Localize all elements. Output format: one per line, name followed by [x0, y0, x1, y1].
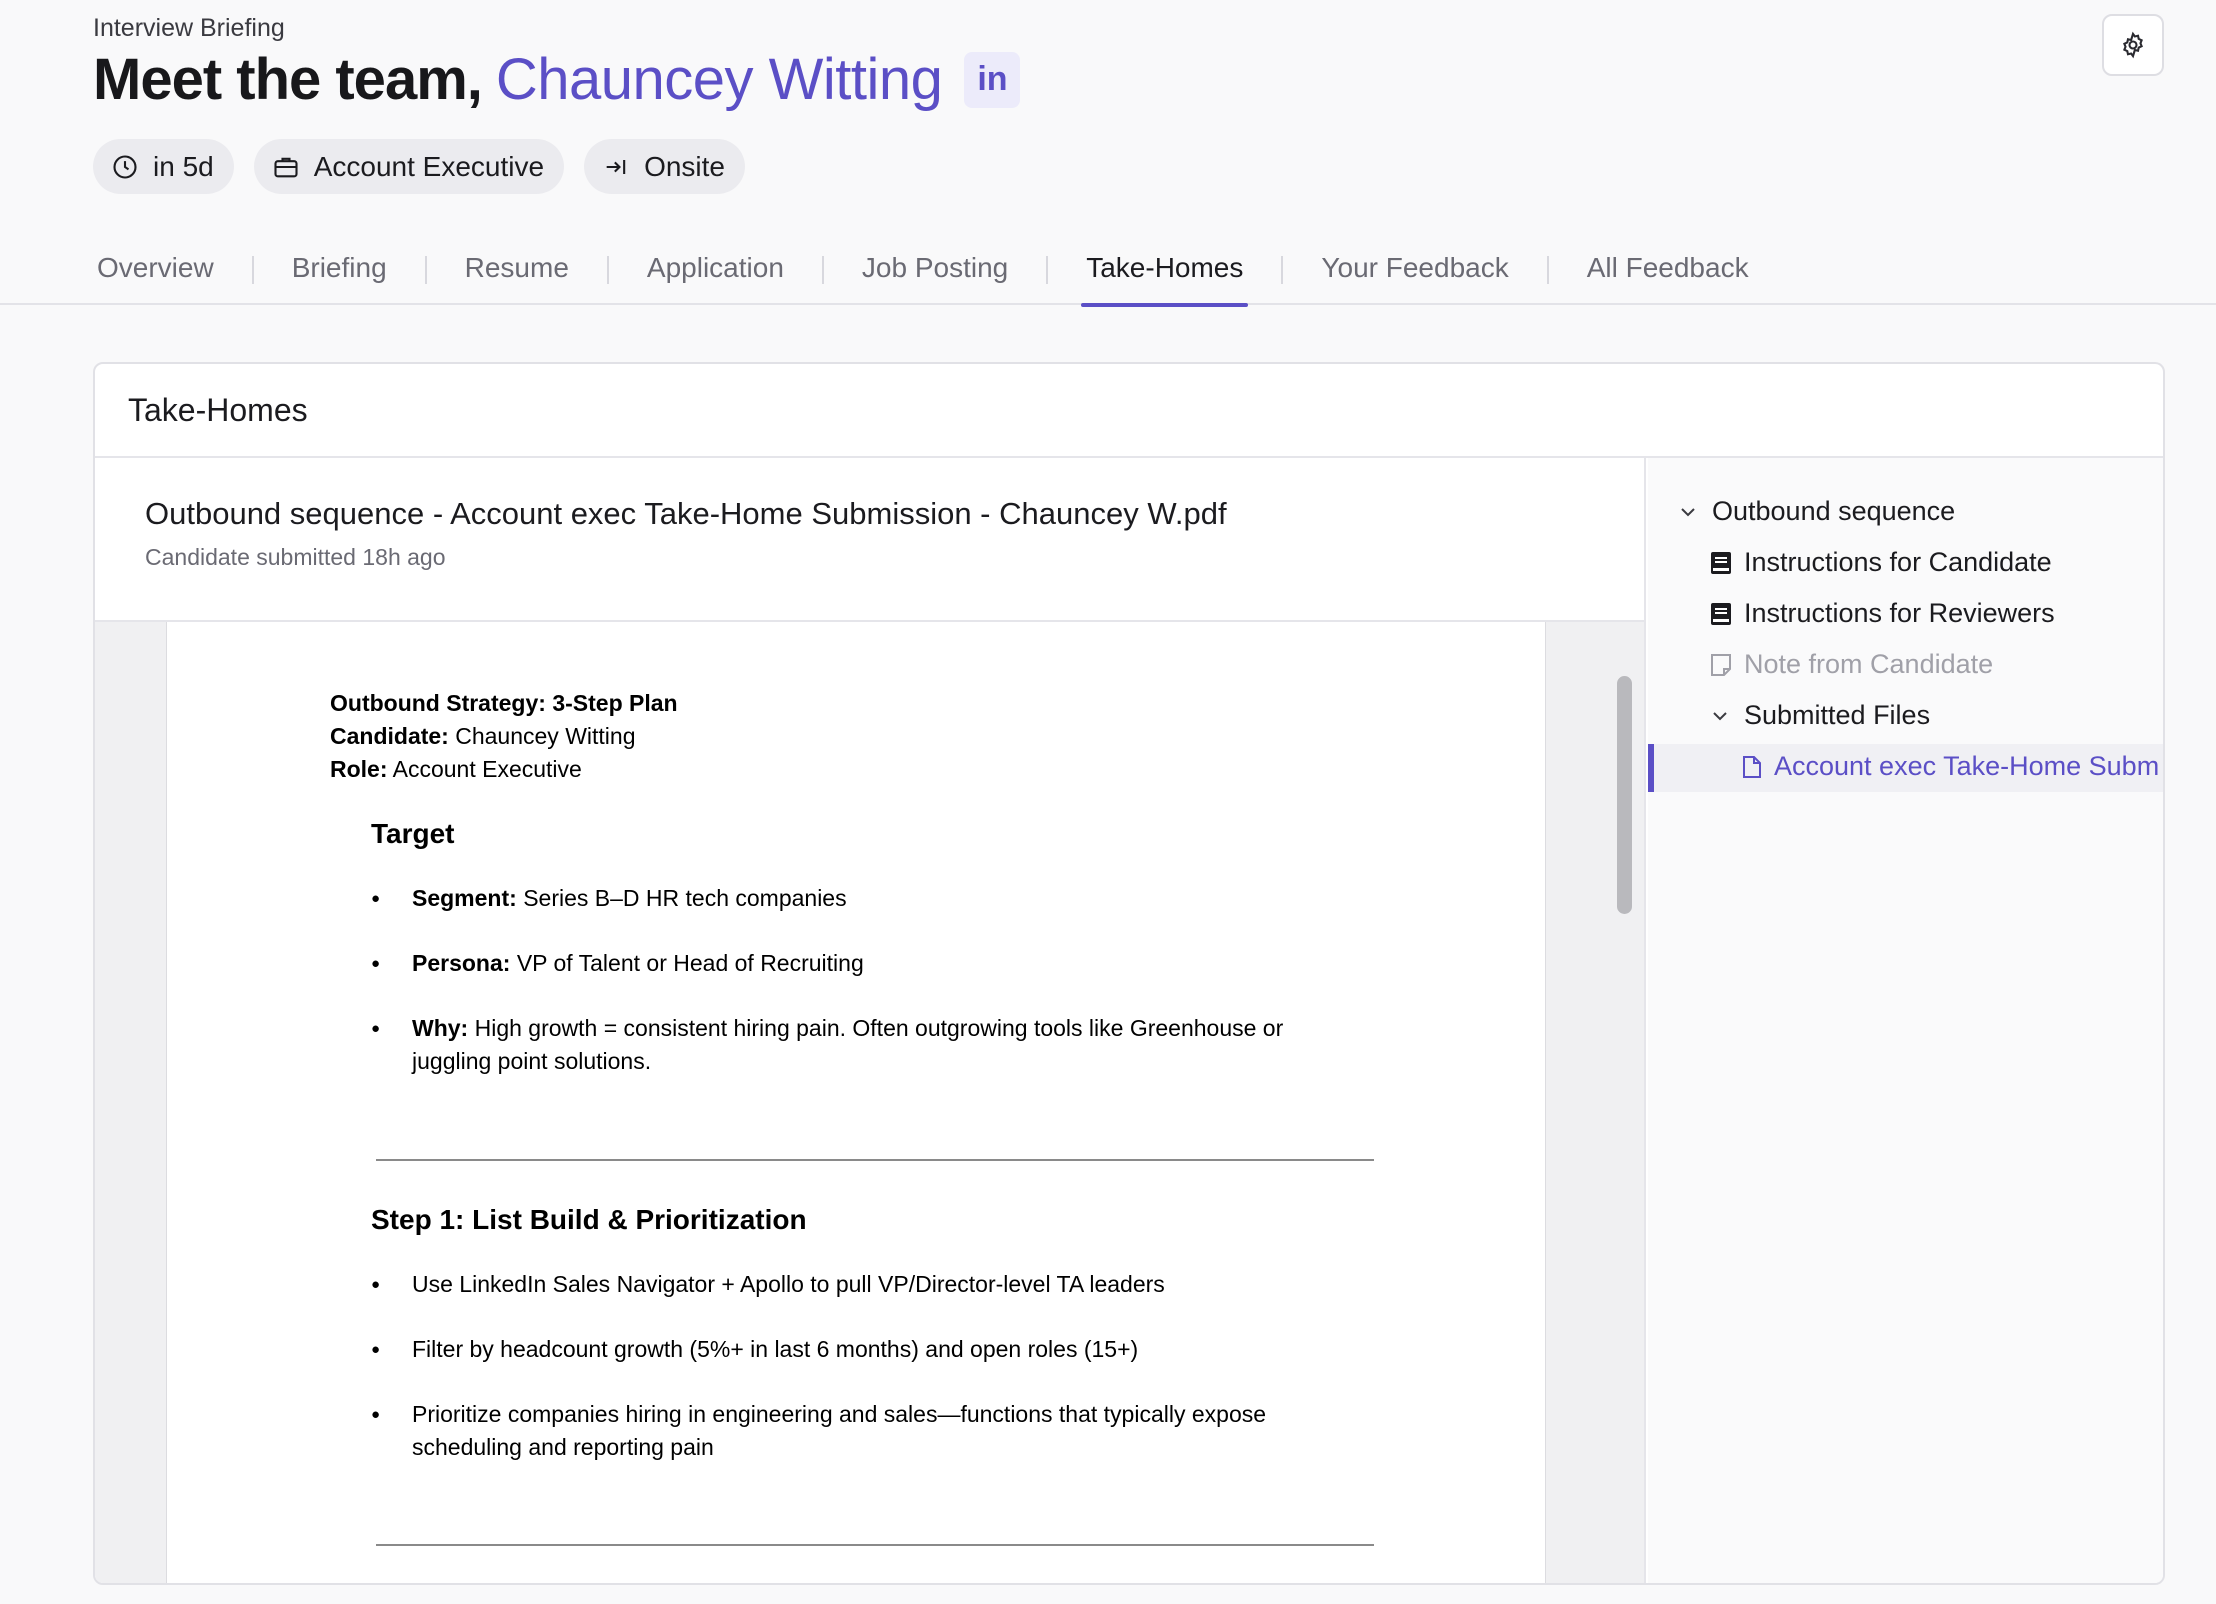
tree-item-submitted-file[interactable]: Account exec Take-Home Subm — [1742, 751, 2159, 782]
file-icon — [1743, 755, 1761, 778]
linkedin-icon[interactable]: in — [964, 51, 1021, 108]
title-prefix: Meet the team, — [93, 47, 483, 112]
tab-overview[interactable]: Overview — [93, 238, 218, 305]
doc-item-text: High growth = consistent hiring pain. Of… — [412, 1015, 1284, 1074]
tree-item-label: Instructions for Candidate — [1744, 547, 2052, 577]
tab-resume[interactable]: Resume — [461, 238, 573, 305]
tab-briefing[interactable]: Briefing — [288, 238, 391, 305]
tree-file-label: Account exec Take-Home Subm — [1774, 751, 2160, 781]
tab-divider — [251, 256, 254, 284]
take-homes-card: Take-Homes Outbound sequence - Account e… — [93, 362, 2165, 1585]
pill-role-label: Account Executive — [313, 150, 545, 182]
clock-icon — [113, 154, 137, 179]
pdf-scrollbar[interactable] — [1617, 676, 1632, 914]
doc-list-item: Why: High growth = consistent hiring pai… — [371, 1012, 1331, 1078]
pill-stage-label: Onsite — [644, 150, 725, 182]
doc-target-heading: Target — [371, 818, 455, 849]
tab-job-posting[interactable]: Job Posting — [858, 238, 1012, 305]
doc-list-item: Persona: VP of Talent or Head of Recruit… — [371, 947, 1331, 980]
doc-heading-value: 3-Step Plan — [552, 690, 678, 716]
doc-item-label: Why: — [412, 1015, 469, 1041]
settings-button[interactable] — [2102, 14, 2164, 76]
doc-heading-label: Outbound Strategy: — [330, 690, 546, 716]
tab-bar: Overview Briefing Resume Application Job… — [93, 238, 1753, 307]
tab-divider — [1281, 256, 1284, 284]
file-panel: Outbound sequence - Account exec Take-Ho… — [95, 458, 1646, 1583]
doc-item-label: Persona: — [412, 950, 511, 976]
tab-all-feedback[interactable]: All Feedback — [1583, 238, 1753, 305]
pill-role: Account Executive — [253, 139, 565, 194]
pill-stage: Onsite — [584, 139, 745, 194]
meta-pills: in 5d Account Executive Onsite — [93, 139, 745, 194]
tree-subgroup-label: Submitted Files — [1744, 700, 1931, 730]
tree-group-outbound-sequence[interactable]: Outbound sequence — [1676, 496, 1955, 527]
tab-divider — [1546, 256, 1549, 284]
candidate-name: Chauncey Witting — [495, 47, 943, 112]
doc-item-text: Series B–D HR tech companies — [523, 885, 847, 911]
doc-list-item: Use LinkedIn Sales Navigator + Apollo to… — [371, 1268, 1331, 1301]
briefcase-icon — [274, 157, 298, 177]
page-eyebrow: Interview Briefing — [93, 14, 285, 42]
tab-divider — [1046, 256, 1049, 284]
note-icon — [1711, 653, 1731, 676]
gear-icon — [2123, 31, 2143, 59]
pdf-viewer[interactable]: Outbound Strategy: 3-Step Plan Candidate… — [95, 622, 1644, 1583]
tree-item-instructions-reviewers[interactable]: Instructions for Reviewers — [1710, 598, 2055, 629]
doc-step1-heading: Step 1: List Build & Prioritization — [371, 1204, 807, 1235]
tree-item-label: Instructions for Reviewers — [1744, 598, 2055, 628]
doc-candidate-value: Chauncey Witting — [455, 723, 636, 749]
doc-divider — [376, 1159, 1374, 1161]
pdf-page: Outbound Strategy: 3-Step Plan Candidate… — [166, 622, 1546, 1583]
file-title: Outbound sequence - Account exec Take-Ho… — [145, 496, 1227, 531]
tree-group-submitted-files[interactable]: Submitted Files — [1708, 700, 1930, 731]
file-header: Outbound sequence - Account exec Take-Ho… — [95, 458, 1644, 622]
take-home-tree: Outbound sequence Instructions for Candi… — [1648, 458, 2163, 1583]
pill-time: in 5d — [93, 139, 234, 194]
tab-your-feedback[interactable]: Your Feedback — [1317, 238, 1512, 305]
card-title: Take-Homes — [95, 364, 2163, 458]
doc-list-item: Filter by headcount growth (5%+ in last … — [371, 1333, 1331, 1366]
doc-role-value: Account Executive — [392, 756, 582, 782]
tree-item-instructions-candidate[interactable]: Instructions for Candidate — [1710, 547, 2052, 578]
doc-list-item: Prioritize companies hiring in engineeri… — [371, 1398, 1331, 1464]
book-icon — [1711, 602, 1731, 625]
doc-divider — [376, 1544, 1374, 1546]
doc-role-label: Role: — [330, 756, 388, 782]
pill-time-label: in 5d — [153, 150, 214, 182]
tree-item-label: Note from Candidate — [1744, 649, 1994, 679]
tab-divider — [821, 256, 824, 284]
tab-take-homes[interactable]: Take-Homes — [1081, 238, 1249, 307]
tab-divider — [606, 256, 609, 284]
doc-list-item: Segment: Series B–D HR tech companies — [371, 882, 1331, 915]
doc-item-label: Segment: — [412, 885, 517, 911]
page-header: Interview Briefing Meet the team, Chaunc… — [0, 0, 2216, 307]
book-icon — [1711, 551, 1731, 574]
arrow-right-to-line-icon — [606, 159, 626, 174]
tree-item-note-from-candidate[interactable]: Note from Candidate — [1710, 649, 1993, 680]
tab-application[interactable]: Application — [643, 238, 788, 305]
tree-group-label: Outbound sequence — [1712, 496, 1956, 526]
chevron-down-icon — [1713, 711, 1727, 720]
doc-item-text: VP of Talent or Head of Recruiting — [516, 950, 864, 976]
doc-header-block: Outbound Strategy: 3-Step Plan Candidate… — [330, 687, 678, 786]
doc-candidate-label: Candidate: — [330, 723, 449, 749]
tab-divider — [424, 256, 427, 284]
chevron-down-icon — [1681, 507, 1695, 516]
file-submitted-time: Candidate submitted 18h ago — [145, 544, 446, 570]
page-title: Meet the team, Chauncey Witting in — [93, 46, 1021, 113]
